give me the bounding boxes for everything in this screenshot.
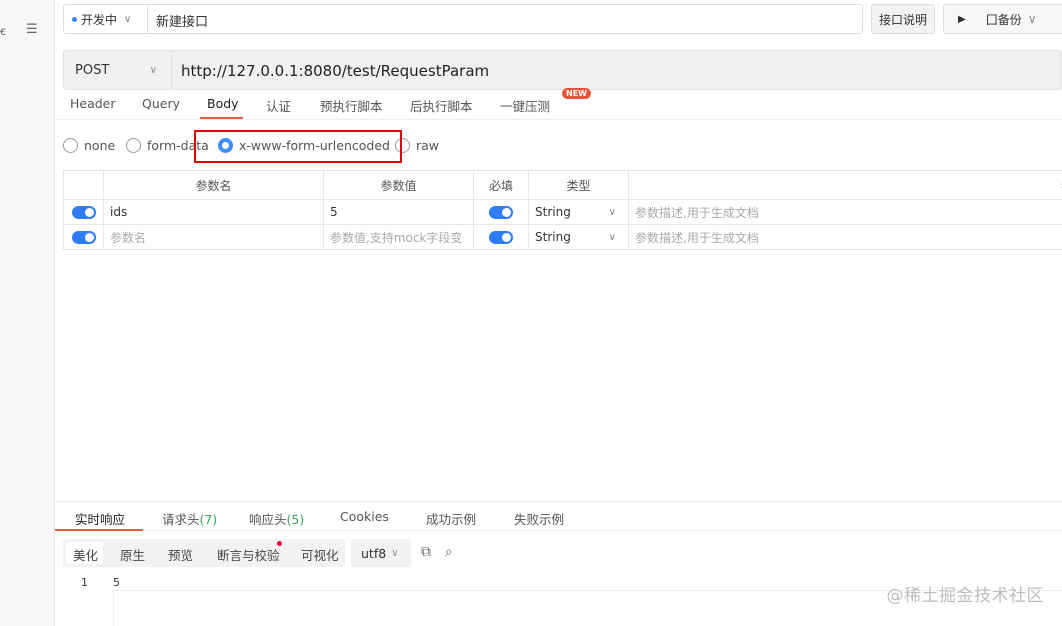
type-label: String [535, 230, 571, 244]
method-select[interactable]: POST ∨ [64, 51, 172, 89]
url-input[interactable]: http://127.0.0.1:8080/test/RequestParam [181, 62, 489, 80]
param-desc-input[interactable]: 参数描述,用于生成文档 [628, 224, 1062, 250]
table-row: ids 5 String ∨ 参数描述,用于生成文档 [63, 199, 1062, 225]
enable-toggle[interactable] [71, 206, 96, 219]
tab-label: 响应头 [249, 512, 287, 527]
play-icon: ▶ [958, 13, 966, 25]
env-label: 开发中 [81, 12, 118, 27]
type-select[interactable]: String ∨ [528, 224, 629, 250]
param-desc-input[interactable]: 参数描述,用于生成文档 [628, 199, 1062, 225]
col-required: 必填 [473, 170, 529, 200]
tab-fail-example[interactable]: 失败示例 [514, 509, 564, 528]
tab-success-example[interactable]: 成功示例 [426, 509, 476, 528]
tab-cookies[interactable]: Cookies [340, 509, 389, 524]
api-name-input[interactable]: 新建接口 [156, 11, 208, 30]
tab-query[interactable]: Query [142, 96, 180, 111]
menu-icon[interactable]: ☰ [26, 22, 38, 37]
required-toggle[interactable] [489, 206, 513, 219]
encoding-select[interactable]: utf8 ∨ [351, 539, 411, 567]
new-badge: NEW [562, 88, 591, 99]
radio-circle[interactable] [63, 138, 78, 153]
copy-icon[interactable]: ⧉ [421, 544, 431, 560]
tab-auth[interactable]: 认证 [266, 96, 291, 115]
chevron-down-icon: ∨ [149, 65, 157, 76]
type-select[interactable]: String ∨ [528, 199, 629, 225]
param-value-input[interactable]: 参数值,支持mock字段变 [323, 224, 474, 250]
radio-label: raw [416, 138, 440, 153]
col-description: 参 [628, 170, 1062, 200]
required-toggle[interactable] [489, 231, 513, 244]
tab-realtime-response[interactable]: 实时响应 [75, 509, 125, 528]
tab-post-script[interactable]: 后执行脚本 [410, 96, 473, 115]
view-raw[interactable]: 原生 [120, 545, 145, 564]
tab-pre-script[interactable]: 预执行脚本 [320, 96, 383, 115]
param-value-input[interactable]: 5 [323, 199, 474, 225]
tab-header[interactable]: Header [70, 96, 116, 111]
chevron-down-icon[interactable]: ∨ [1028, 12, 1037, 26]
line-gutter: 1 [55, 574, 113, 626]
encoding-label: utf8 [361, 545, 387, 561]
view-beautify[interactable]: 美化 [73, 545, 98, 564]
count-badge: (7) [199, 512, 218, 527]
main-panel: 开发中 ∨ 新建接口 接口说明 ▶ 囗备份 ∨ POST ∨ http://12… [55, 0, 1062, 626]
enable-toggle-cell [63, 224, 104, 250]
chevron-down-icon: ∨ [391, 547, 399, 559]
col-param-name: 参数名 [103, 170, 324, 200]
view-visualize[interactable]: 可视化 [301, 545, 339, 564]
left-rail: ꞓ ☰ [0, 0, 55, 626]
highlight-annotation-box [194, 130, 402, 163]
enable-toggle[interactable] [71, 231, 96, 244]
params-table: 参数名 参数值 必填 类型 参 ids 5 String ∨ 参数描述,用于生成文… [63, 170, 1062, 250]
response-toolbar: 美化 原生 预览 断言与校验 可视化 utf8 ∨ ⧉ ⌕ [63, 539, 1062, 567]
col-param-value: 参数值 [323, 170, 474, 200]
response-tabs: 实时响应 请求头(7) 响应头(5) Cookies 成功示例 失败示例 [55, 501, 1062, 531]
divider [113, 590, 114, 626]
enable-toggle-cell [63, 199, 104, 225]
radio-none[interactable]: none [63, 138, 115, 153]
watermark: @稀土掘金技术社区 [886, 586, 1044, 606]
tab-response-headers[interactable]: 响应头(5) [249, 509, 304, 528]
type-label: String [535, 205, 571, 219]
url-bar: POST ∨ http://127.0.0.1:8080/test/Reques… [63, 50, 1062, 90]
env-select[interactable]: 开发中 ∨ [64, 5, 148, 33]
view-preview[interactable]: 预览 [168, 545, 193, 564]
table-row: 参数名 参数值,支持mock字段变 String ∨ 参数描述,用于生成文档 [63, 224, 1062, 250]
tab-request-headers[interactable]: 请求头(7) [162, 509, 217, 528]
code-line: 5 [113, 576, 120, 589]
env-status-dot [72, 16, 77, 22]
table-header-row: 参数名 参数值 必填 类型 参 [63, 170, 1062, 200]
param-name-input[interactable]: ids [103, 199, 324, 225]
line-number: 1 [81, 576, 88, 589]
tab-label: 请求头 [162, 512, 200, 527]
chevron-down-icon: ∨ [124, 13, 132, 25]
count-badge: (5) [286, 512, 305, 527]
required-toggle-cell [473, 224, 529, 250]
backup-label[interactable]: 囗备份 [986, 11, 1022, 28]
view-assertion[interactable]: 断言与校验 [217, 545, 280, 564]
tab-stress-test[interactable]: 一键压测 [500, 96, 550, 115]
tab-body[interactable]: Body [207, 96, 239, 111]
notification-dot [277, 541, 282, 546]
search-icon[interactable]: ⌕ [445, 544, 453, 560]
top-toolbar: 开发中 ∨ 新建接口 接口说明 ▶ 囗备份 ∨ [63, 4, 1062, 34]
run-button[interactable]: ▶ 囗备份 ∨ [943, 4, 1062, 34]
required-toggle-cell [473, 199, 529, 225]
chevron-down-icon: ∨ [608, 207, 616, 218]
request-tabs: Header Query Body 认证 预执行脚本 后执行脚本 一键压测 NE… [55, 88, 1062, 120]
radio-label: none [84, 138, 116, 153]
radio-circle[interactable] [126, 138, 141, 153]
rail-icon-collapse[interactable]: ꞓ [0, 22, 6, 39]
chevron-down-icon: ∨ [608, 232, 616, 243]
view-mode-segment: 美化 原生 预览 断言与校验 可视化 [63, 539, 345, 567]
active-tab-indicator [55, 529, 143, 531]
api-name-box: 开发中 ∨ 新建接口 [63, 4, 863, 34]
method-label: POST [75, 62, 110, 78]
col-type: 类型 [528, 170, 629, 200]
api-doc-button[interactable]: 接口说明 [871, 4, 935, 34]
param-name-input[interactable]: 参数名 [103, 224, 324, 250]
col-toggle [63, 170, 104, 200]
active-tab-indicator [200, 117, 243, 119]
